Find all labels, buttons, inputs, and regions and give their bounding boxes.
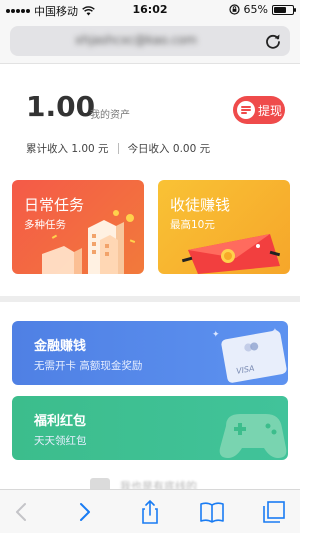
daily-tasks-title: 日常任务 (24, 196, 85, 214)
battery-icon (272, 4, 296, 15)
battery-fill (274, 6, 286, 13)
browser-toolbar (0, 489, 300, 533)
address-bar[interactable]: xhjashcxc@kao.com (10, 26, 290, 56)
daily-tasks-subtitle: 多种任务 (24, 219, 66, 231)
income-row: 累计收入 1.00 元 今日收入 0.00 元 (26, 141, 210, 156)
share-icon[interactable] (136, 498, 164, 526)
finance-banner[interactable]: VISA ✦ ✦ 金融赚钱 无需开卡 高额现金奖励 (12, 321, 288, 385)
income-divider (117, 143, 119, 154)
redpack-banner[interactable]: 福利红包 天天领红包 (12, 396, 288, 460)
recruit-title: 收徒赚钱 (170, 196, 231, 214)
assets-panel: 1.00 我的资产 提现 累计收入 1.00 元 今日收入 0.00 元 (0, 64, 300, 170)
balance-amount: 1.00 (26, 90, 96, 123)
recruit-card[interactable]: 收徒赚钱 最高10元 (158, 180, 290, 274)
withdraw-icon (237, 101, 255, 119)
status-right: 65% (228, 3, 296, 16)
withdraw-button[interactable]: 提现 (233, 96, 285, 124)
finance-title: 金融赚钱 (34, 339, 87, 354)
withdraw-label: 提现 (258, 103, 283, 118)
section-divider (0, 296, 300, 302)
svg-text:✦: ✦ (212, 330, 220, 340)
forward-icon[interactable] (70, 498, 98, 526)
status-bar: 中国移动 16:02 65% (0, 0, 300, 20)
battery-percent: 65% (243, 3, 268, 16)
daily-tasks-card[interactable]: 日常任务 多种任务 (12, 180, 144, 274)
bookmarks-icon[interactable] (198, 498, 226, 526)
today-income: 今日收入 0.00 元 (127, 143, 211, 155)
reload-icon[interactable] (262, 30, 284, 52)
redpack-subtitle: 天天领红包 (34, 435, 87, 447)
balance-label: 我的资产 (90, 110, 130, 121)
recruit-subtitle: 最高10元 (170, 219, 215, 231)
svg-text:✦: ✦ (272, 327, 278, 335)
url-text: xhjashcxc@kao.com (74, 33, 197, 47)
tabs-icon[interactable] (260, 498, 288, 526)
back-icon[interactable] (8, 498, 36, 526)
finance-subtitle: 无需开卡 高额现金奖励 (34, 360, 143, 372)
browser-address-area: xhjashcxc@kao.com (0, 20, 300, 64)
lock-rotation-icon (228, 4, 240, 15)
redpack-title: 福利红包 (34, 414, 87, 429)
total-income: 累计收入 1.00 元 (26, 143, 109, 155)
